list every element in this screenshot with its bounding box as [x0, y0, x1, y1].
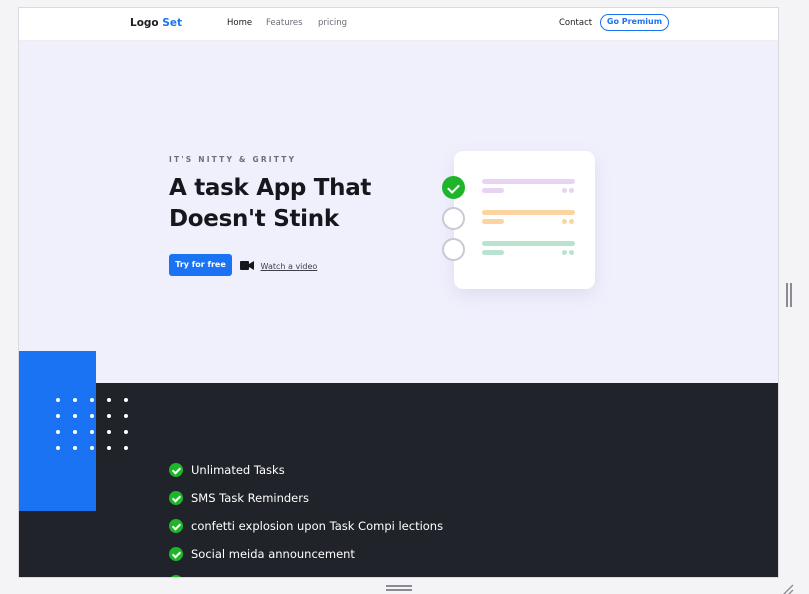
horizontal-resize-grip[interactable]: [386, 585, 412, 591]
grid-dot: [124, 398, 128, 402]
grid-dot: [73, 398, 77, 402]
check-circle-icon: [169, 519, 183, 533]
task-bar: [482, 179, 575, 184]
task-dot: [569, 219, 574, 224]
grid-dot: [56, 446, 60, 450]
task-list-illustration: [442, 151, 595, 289]
grid-dot: [73, 430, 77, 434]
task-bar: [482, 241, 575, 246]
resize-corner-icon[interactable]: [781, 581, 794, 594]
grid-dot: [90, 446, 94, 450]
grid-dot: [56, 430, 60, 434]
task-bar-short: [482, 250, 504, 255]
task-bar: [482, 210, 575, 215]
video-camera-icon: [240, 261, 254, 272]
try-for-free-button[interactable]: Try for free: [169, 254, 232, 276]
hero-eyebrow: IT'S NITTY & GRITTY: [169, 155, 297, 164]
logo-main-text: Logo: [130, 17, 159, 29]
feature-label: Social meida announcement: [191, 547, 355, 561]
vertical-resize-grip[interactable]: [786, 283, 792, 307]
grid-dot: [56, 414, 60, 418]
decorative-dot-grid: [56, 398, 131, 458]
nav-link-pricing[interactable]: pricing: [318, 18, 347, 28]
nav-link-home[interactable]: Home: [227, 18, 252, 28]
watch-video-label: Watch a video: [260, 262, 318, 271]
task-bar-short: [482, 219, 504, 224]
grid-dot: [90, 414, 94, 418]
logo-accent-text: Set: [162, 17, 182, 29]
task-check-empty-icon: [442, 238, 465, 261]
feature-label: confetti explosion upon Task Compi lecti…: [191, 519, 444, 533]
task-bar-short: [482, 188, 504, 193]
watch-video-link[interactable]: Watch a video: [240, 261, 317, 272]
task-dot: [562, 250, 567, 255]
top-navbar: Logo Set Home Features pricing Contact G…: [19, 8, 778, 41]
grid-dot: [107, 398, 111, 402]
grid-dot: [124, 430, 128, 434]
nav-link-contact[interactable]: Contact: [559, 18, 592, 28]
hero-headline: A task App That Doesn't Stink: [169, 175, 372, 232]
check-circle-icon: [169, 547, 183, 561]
check-circle-icon: [169, 491, 183, 505]
grid-dot: [107, 414, 111, 418]
task-check-empty-icon: [442, 207, 465, 230]
grid-dot: [107, 430, 111, 434]
task-dot: [569, 250, 574, 255]
grid-dot: [124, 414, 128, 418]
grid-dot: [56, 398, 60, 402]
go-premium-button[interactable]: Go Premium: [600, 14, 669, 31]
grid-dot: [107, 446, 111, 450]
browser-viewport: Logo Set Home Features pricing Contact G…: [18, 7, 779, 578]
grid-dot: [124, 446, 128, 450]
grid-dot: [90, 430, 94, 434]
task-check-done-icon: [442, 176, 465, 199]
logo[interactable]: Logo Set: [130, 17, 182, 29]
hero-section: IT'S NITTY & GRITTY A task App That Does…: [19, 41, 778, 383]
task-dot: [562, 219, 567, 224]
task-dot: [562, 188, 567, 193]
nav-link-features[interactable]: Features: [266, 18, 303, 28]
task-dot: [569, 188, 574, 193]
grid-dot: [73, 414, 77, 418]
feature-label: Unlimated Tasks: [191, 463, 285, 477]
feature-label: SMS Task Reminders: [191, 491, 309, 505]
grid-dot: [90, 398, 94, 402]
features-section: [19, 383, 778, 577]
check-circle-icon: [169, 463, 183, 477]
grid-dot: [73, 446, 77, 450]
